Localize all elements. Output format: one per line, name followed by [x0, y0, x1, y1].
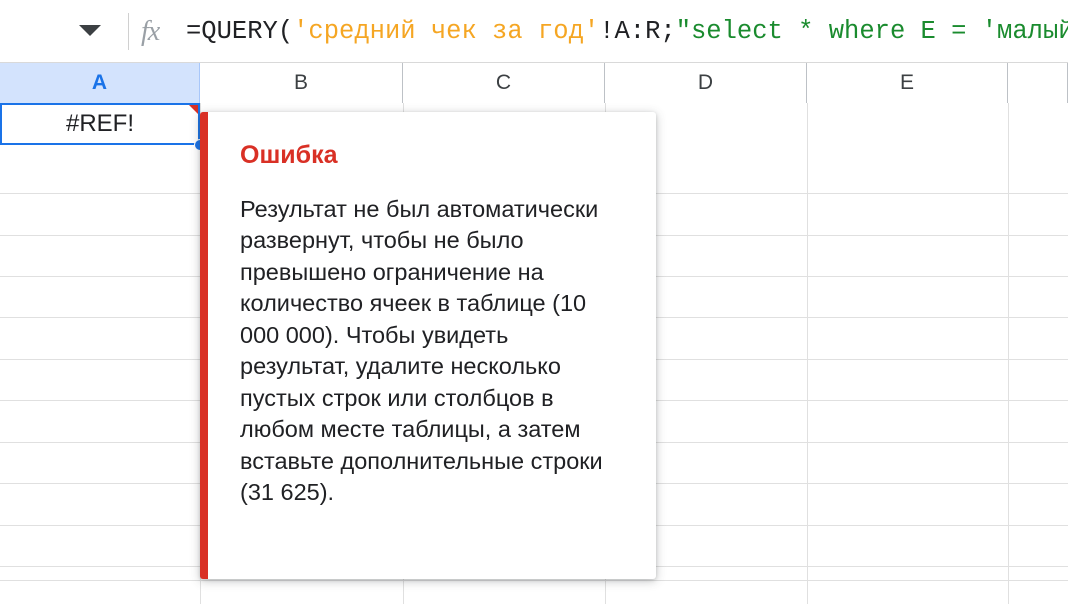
formula-input[interactable]: =QUERY('средний чек за год'!A:R;"select … — [186, 15, 1068, 49]
column-header-label: E — [899, 71, 914, 94]
formula-bar: fx =QUERY('средний чек за год'!A:R;"sele… — [0, 0, 1068, 63]
formula-token-plain: =QUERY( — [186, 17, 294, 46]
column-header-a[interactable]: A — [0, 63, 200, 103]
column-header-c[interactable]: C — [403, 63, 605, 103]
error-tooltip-title: Ошибка — [240, 141, 338, 169]
grid-column-line — [807, 103, 808, 604]
grid-row-line — [0, 580, 1068, 581]
formula-bar-divider — [128, 13, 129, 50]
grid-column-line — [1008, 103, 1009, 604]
column-header-label: B — [293, 71, 308, 94]
error-tooltip-body: Результат не был автоматически развернут… — [240, 195, 603, 506]
column-header-blank[interactable] — [1008, 63, 1068, 103]
column-header-b[interactable]: B — [200, 63, 403, 103]
column-header-e[interactable]: E — [807, 63, 1008, 103]
error-triangle-icon — [189, 105, 198, 114]
fx-icon[interactable]: fx — [141, 16, 160, 48]
spreadsheet-app: fx =QUERY('средний чек за год'!A:R;"sele… — [0, 0, 1068, 604]
cell-a1-value: #REF! — [65, 110, 134, 137]
column-header-label: A — [91, 71, 108, 94]
column-header-row: A B C D E — [0, 63, 1068, 103]
error-tooltip: Ошибка Результат не был автоматически ра… — [200, 112, 656, 579]
cell-a1[interactable]: #REF! — [0, 103, 200, 145]
formula-token-sheet: 'средний чек за год' — [293, 17, 600, 46]
chevron-down-icon[interactable] — [79, 25, 101, 36]
column-header-label: D — [697, 71, 714, 94]
formula-token-plain: !A:R; — [599, 17, 676, 46]
column-header-d[interactable]: D — [605, 63, 807, 103]
formula-token-string: "select * where E = 'малый'" — [675, 17, 1068, 46]
column-header-label: C — [495, 71, 512, 94]
